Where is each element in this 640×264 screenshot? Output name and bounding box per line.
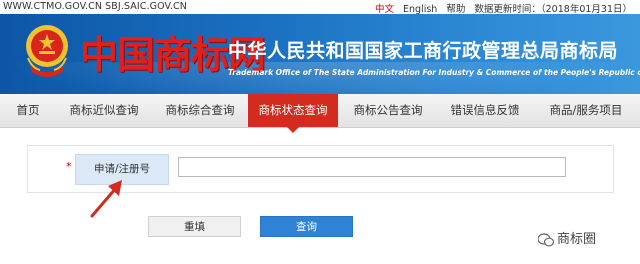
nav-home[interactable]: 首页	[0, 94, 56, 127]
reset-button[interactable]: 重填	[148, 216, 241, 237]
nav-status-search[interactable]: 商标状态查询	[248, 94, 338, 133]
top-bar: WWW.CTMO.GOV.CN SBJ.SAIC.GOV.CN 中文 Engli…	[0, 0, 640, 15]
nav-error-feedback[interactable]: 错误信息反馈	[438, 94, 532, 127]
site-urls: WWW.CTMO.GOV.CN SBJ.SAIC.GOV.CN	[3, 1, 187, 12]
header-banner: 中国商标网 中华人民共和国国家工商行政管理总局商标局 Trademark Off…	[0, 14, 640, 94]
required-mark: *	[66, 160, 72, 173]
arrow-annotation-icon	[90, 180, 122, 218]
top-links: 中文 English 帮助 数据更新时间：（2018年01月31日）	[369, 1, 632, 15]
nav-similar-search[interactable]: 商标近似查询	[56, 94, 152, 127]
org-subtitle: Trademark Office of The State Administra…	[228, 68, 640, 77]
nav-announcement-search[interactable]: 商标公告查询	[338, 94, 438, 127]
main-nav: 首页 商标近似查询 商标综合查询 商标状态查询 商标公告查询 错误信息反馈 商品…	[0, 94, 640, 133]
search-button[interactable]: 查询	[260, 216, 353, 237]
watermark-text: 商标圈	[557, 232, 597, 247]
watermark: 商标圈	[538, 228, 596, 248]
application-number-input[interactable]	[178, 157, 566, 177]
org-title: 中华人民共和国国家工商行政管理总局商标局	[228, 40, 619, 62]
nav-comprehensive-search[interactable]: 商标综合查询	[152, 94, 248, 127]
national-emblem-icon	[26, 25, 68, 77]
nav-goods-services[interactable]: 商品/服务项目	[532, 94, 640, 127]
wechat-icon	[538, 232, 554, 246]
